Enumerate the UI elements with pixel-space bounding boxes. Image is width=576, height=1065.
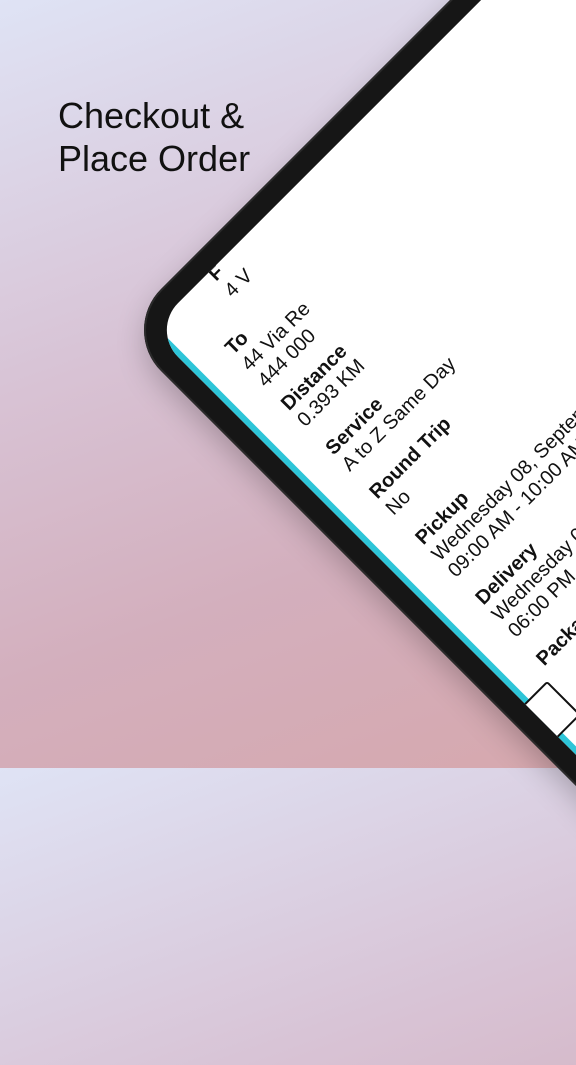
headline-line-1: Checkout &	[58, 95, 245, 136]
headline-line-2: Place Order	[58, 138, 251, 179]
package-icon[interactable]	[521, 680, 576, 741]
headline: Checkout & Place Order	[58, 94, 250, 180]
from-field: F 4 V	[203, 248, 257, 302]
